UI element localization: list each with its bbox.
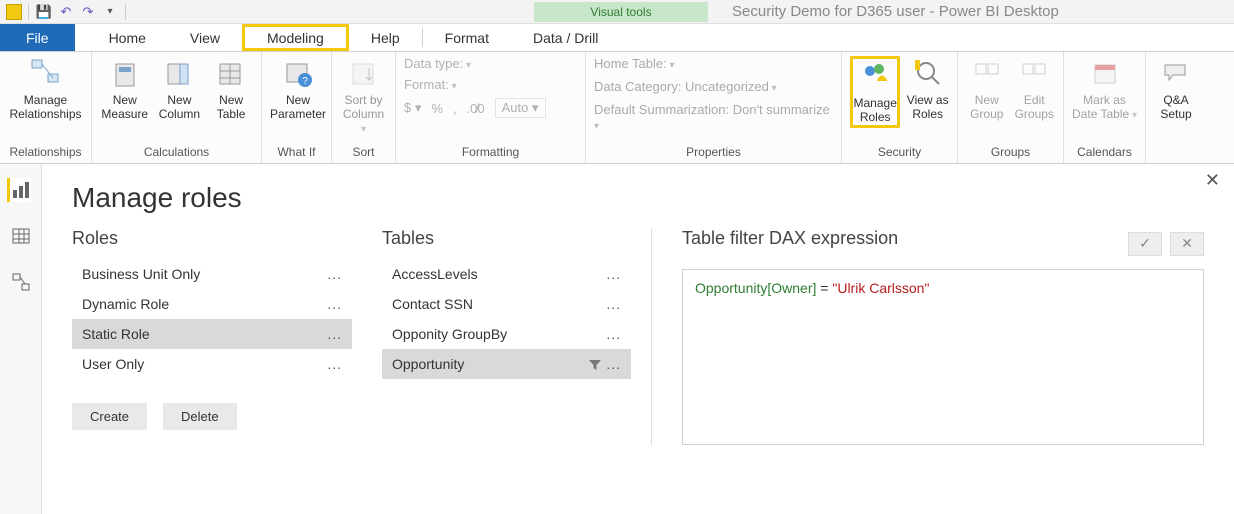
table-item-more-icon[interactable]: ...	[606, 296, 621, 312]
edit-groups-icon	[1017, 56, 1051, 90]
app-icon	[6, 4, 22, 20]
home-table-dropdown[interactable]: Home Table:	[594, 56, 833, 71]
data-view-icon[interactable]	[9, 224, 33, 248]
qa-icon	[1159, 56, 1193, 90]
qa-setup-button[interactable]: Q&A Setup	[1154, 56, 1198, 122]
role-item[interactable]: Dynamic Role...	[72, 289, 352, 319]
create-role-button[interactable]: Create	[72, 403, 147, 430]
role-item[interactable]: Static Role...	[72, 319, 352, 349]
dax-expression-header: Table filter DAX expression	[682, 228, 898, 249]
magnifier-icon	[911, 56, 945, 90]
accept-expression-button[interactable]: ✓	[1128, 232, 1162, 256]
manage-roles-dialog: ✕ Manage roles Roles Business Unit Only.…	[42, 164, 1234, 514]
table-item[interactable]: Opponity GroupBy...	[382, 319, 631, 349]
qat-customize-icon[interactable]: ▾	[101, 3, 119, 21]
table-item-more-icon[interactable]: ...	[606, 356, 621, 372]
tab-format[interactable]: Format	[423, 24, 511, 51]
role-item-more-icon[interactable]: ...	[327, 296, 342, 312]
table-item[interactable]: Opportunity...	[382, 349, 631, 379]
mark-as-date-table-button[interactable]: Mark as Date Table	[1072, 56, 1137, 122]
sort-icon	[347, 56, 381, 90]
new-column-button[interactable]: New Column	[156, 56, 204, 122]
role-item[interactable]: User Only...	[72, 349, 352, 379]
role-item-more-icon[interactable]: ...	[327, 356, 342, 372]
manage-relationships-button[interactable]: Manage Relationships	[8, 56, 83, 122]
ribbon-tabs: File Home View Modeling Help Format Data…	[0, 24, 1234, 52]
new-table-button[interactable]: New Table	[209, 56, 253, 122]
dialog-title: Manage roles	[72, 182, 1204, 214]
table-icon	[214, 56, 248, 90]
tab-data-drill[interactable]: Data / Drill	[511, 24, 620, 51]
table-item[interactable]: AccessLevels...	[382, 259, 631, 289]
save-icon[interactable]: 💾	[35, 3, 53, 21]
parameter-icon: ?	[281, 56, 315, 90]
quick-access-toolbar: 💾 ↶ ↷ ▾	[0, 3, 134, 21]
column-icon	[162, 56, 196, 90]
redo-icon[interactable]: ↷	[79, 3, 97, 21]
tab-home[interactable]: Home	[87, 24, 168, 51]
new-parameter-button[interactable]: ? New Parameter	[270, 56, 326, 122]
table-item-more-icon[interactable]: ...	[606, 266, 621, 282]
group-groups: Groups	[958, 143, 1063, 163]
table-item-more-icon[interactable]: ...	[606, 326, 621, 342]
relationships-icon	[29, 56, 63, 90]
role-item-more-icon[interactable]: ...	[327, 326, 342, 342]
dax-expression-editor[interactable]: Opportunity[Owner] = "Ulrik Carlsson"	[682, 269, 1204, 445]
roles-list: Business Unit Only...Dynamic Role...Stat…	[72, 259, 352, 379]
currency-button[interactable]: $ ▾	[404, 100, 421, 116]
table-item[interactable]: Contact SSN...	[382, 289, 631, 319]
tab-view[interactable]: View	[168, 24, 242, 51]
measure-icon	[108, 56, 142, 90]
group-icon	[970, 56, 1004, 90]
sort-by-column-button[interactable]: Sort by Column	[340, 56, 387, 135]
percent-button[interactable]: %	[431, 101, 443, 116]
title-bar: 💾 ↶ ↷ ▾ Visual tools Security Demo for D…	[0, 0, 1234, 24]
default-summarization-dropdown[interactable]: Default Summarization: Don't summarize	[594, 102, 833, 132]
context-tab-visual-tools: Visual tools	[534, 2, 708, 22]
roles-icon	[858, 59, 892, 93]
tables-header: Tables	[382, 228, 631, 249]
tables-list: AccessLevels...Contact SSN...Opponity Gr…	[382, 259, 631, 379]
roles-header: Roles	[72, 228, 352, 249]
delete-role-button[interactable]: Delete	[163, 403, 237, 430]
tab-file[interactable]: File	[0, 24, 75, 51]
group-formatting: Formatting	[396, 143, 585, 163]
new-measure-button[interactable]: New Measure	[100, 56, 150, 122]
group-security: Security	[842, 143, 957, 163]
new-group-button[interactable]: New Group	[966, 56, 1008, 122]
role-item-more-icon[interactable]: ...	[327, 266, 342, 282]
auto-decimals[interactable]: Auto ▾	[495, 98, 546, 118]
role-item[interactable]: Business Unit Only...	[72, 259, 352, 289]
revert-expression-button[interactable]: ✕	[1170, 232, 1204, 256]
window-title: Security Demo for D365 user - Power BI D…	[732, 3, 1059, 20]
data-category-dropdown[interactable]: Data Category: Uncategorized	[594, 79, 833, 94]
tab-help[interactable]: Help	[349, 24, 422, 51]
report-view-icon[interactable]	[7, 178, 31, 202]
edit-groups-button[interactable]: Edit Groups	[1014, 56, 1056, 122]
model-view-icon[interactable]	[9, 270, 33, 294]
calendar-icon	[1088, 56, 1122, 90]
undo-icon[interactable]: ↶	[57, 3, 75, 21]
group-calendars: Calendars	[1064, 143, 1145, 163]
close-icon[interactable]: ✕	[1205, 170, 1220, 191]
tab-modeling[interactable]: Modeling	[242, 24, 349, 51]
group-calculations: Calculations	[92, 143, 261, 163]
svg-text:?: ?	[302, 76, 308, 87]
decimals-button[interactable]: .0̸0	[467, 101, 485, 116]
data-type-dropdown[interactable]: Data type:	[404, 56, 577, 71]
group-relationships: Relationships	[0, 143, 91, 163]
group-whatif: What If	[262, 143, 331, 163]
group-sort: Sort	[332, 143, 395, 163]
ribbon: Manage Relationships Relationships New M…	[0, 52, 1234, 164]
view-switcher	[0, 164, 42, 514]
format-dropdown[interactable]: Format:	[404, 77, 577, 92]
manage-roles-button[interactable]: Manage Roles	[850, 56, 900, 128]
comma-button[interactable]: ,	[453, 101, 457, 116]
view-as-roles-button[interactable]: View as Roles	[906, 56, 949, 122]
group-properties: Properties	[586, 143, 841, 163]
filter-icon	[588, 356, 602, 372]
